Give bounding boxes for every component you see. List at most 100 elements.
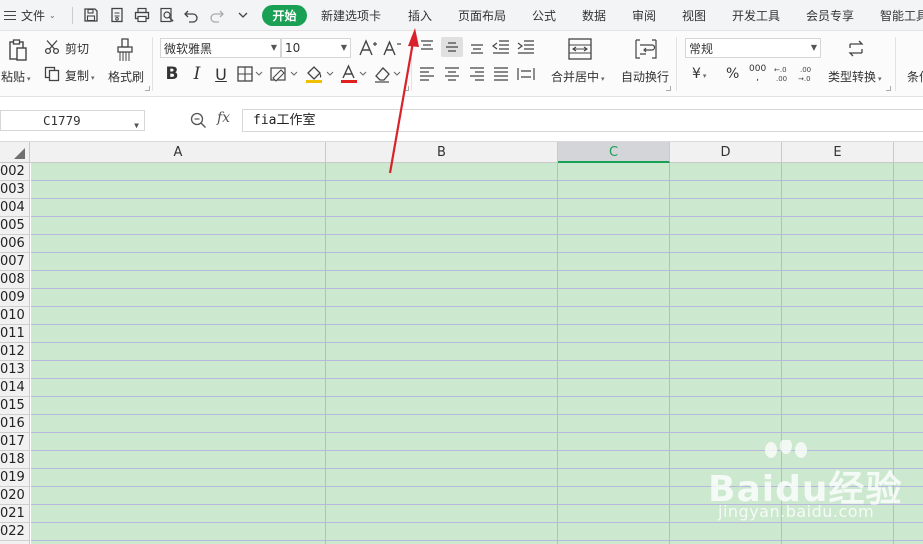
formula-input[interactable]: fia工作室: [242, 109, 923, 132]
column-header-c[interactable]: C: [558, 142, 670, 163]
number-format-select[interactable]: 常规 ▼: [685, 38, 821, 58]
font-size-select[interactable]: 10 ▼: [281, 38, 351, 58]
row-header[interactable]: 004: [0, 199, 29, 217]
underline-icon[interactable]: U: [212, 64, 230, 84]
customize-quick-access-icon[interactable]: [234, 6, 252, 24]
export-pdf-icon[interactable]: [108, 6, 126, 24]
cut-icon[interactable]: [44, 39, 60, 55]
column-header-a[interactable]: A: [31, 142, 326, 163]
row-header[interactable]: 020: [0, 487, 29, 505]
tab-smart-tools[interactable]: 智能工具: [880, 7, 923, 25]
column-header-b[interactable]: B: [326, 142, 558, 163]
row-header[interactable]: 016: [0, 415, 29, 433]
row-header[interactable]: 021: [0, 505, 29, 523]
row-header[interactable]: 013: [0, 361, 29, 379]
align-middle-icon[interactable]: [441, 37, 463, 57]
justify-icon[interactable]: [491, 66, 511, 82]
file-menu-button[interactable]: 文件 ⌄: [4, 5, 66, 26]
font-name-select[interactable]: 微软雅黑 ▼: [160, 38, 281, 58]
tab-insert[interactable]: 插入: [408, 7, 432, 25]
conditional-formatting-button[interactable]: 条件: [907, 68, 923, 85]
print-icon[interactable]: [133, 6, 151, 24]
wrap-text-button[interactable]: 自动换行: [621, 68, 669, 85]
align-top-icon[interactable]: [417, 38, 437, 56]
align-center-icon[interactable]: [442, 66, 462, 82]
italic-icon[interactable]: I: [188, 64, 206, 84]
print-preview-icon[interactable]: [158, 6, 176, 24]
cell-grid[interactable]: [31, 163, 923, 544]
row-header[interactable]: 003: [0, 181, 29, 199]
decrease-decimal-icon[interactable]: .00 →.0: [797, 65, 817, 83]
row-header[interactable]: 018: [0, 451, 29, 469]
dialog-launcher-icon[interactable]: [666, 86, 671, 91]
decrease-indent-icon[interactable]: [491, 38, 511, 56]
align-left-icon[interactable]: [417, 66, 437, 82]
borders-icon[interactable]: [237, 65, 263, 83]
clear-formatting-icon[interactable]: [374, 64, 402, 84]
font-color-icon[interactable]: [340, 64, 368, 84]
row-header[interactable]: 022: [0, 523, 29, 541]
format-painter-button[interactable]: 格式刷: [108, 68, 144, 85]
paste-button[interactable]: 粘贴 ▾: [1, 68, 31, 85]
dialog-launcher-icon[interactable]: [886, 86, 891, 91]
align-bottom-icon[interactable]: [467, 38, 487, 56]
currency-format-button[interactable]: ¥ ▾: [692, 66, 706, 82]
tab-start[interactable]: 开始: [262, 5, 307, 26]
cell-style-icon[interactable]: [270, 65, 298, 83]
row-header[interactable]: 002: [0, 163, 29, 181]
row-header[interactable]: 008: [0, 271, 29, 289]
row-header[interactable]: 015: [0, 397, 29, 415]
row-header[interactable]: 007: [0, 253, 29, 271]
column-header-d[interactable]: D: [670, 142, 782, 163]
select-all-button[interactable]: [0, 142, 30, 163]
row-header[interactable]: 009: [0, 289, 29, 307]
name-box[interactable]: C1779 ▼: [0, 110, 145, 131]
decrease-font-size-icon[interactable]: [382, 38, 402, 58]
copy-button[interactable]: 复制 ▾: [65, 67, 95, 84]
increase-indent-icon[interactable]: [516, 38, 536, 56]
tab-member[interactable]: 会员专享: [806, 7, 854, 25]
tab-view[interactable]: 视图: [682, 7, 706, 25]
align-right-icon[interactable]: [467, 66, 487, 82]
distributed-align-icon[interactable]: [516, 66, 536, 82]
row-header[interactable]: 019: [0, 469, 29, 487]
tab-data[interactable]: 数据: [582, 7, 606, 25]
paste-icon[interactable]: [6, 37, 30, 63]
save-icon[interactable]: [82, 6, 100, 24]
fill-color-icon[interactable]: [305, 64, 335, 84]
wrap-text-icon[interactable]: [633, 37, 659, 61]
undo-icon[interactable]: [182, 6, 200, 24]
row-header[interactable]: 006: [0, 235, 29, 253]
tab-page-layout[interactable]: 页面布局: [458, 7, 506, 25]
type-convert-icon[interactable]: [845, 38, 867, 60]
thousands-separator-button[interactable]: 000,: [749, 65, 766, 83]
tab-formulas[interactable]: 公式: [532, 7, 556, 25]
increase-font-size-icon[interactable]: [358, 38, 378, 58]
copy-icon[interactable]: [44, 66, 60, 82]
type-convert-button[interactable]: 类型转换 ▾: [828, 68, 882, 85]
tab-review[interactable]: 审阅: [632, 7, 656, 25]
bold-icon[interactable]: B: [163, 64, 181, 84]
row-header[interactable]: 017: [0, 433, 29, 451]
dialog-launcher-icon[interactable]: [145, 86, 150, 91]
row-header[interactable]: 014: [0, 379, 29, 397]
redo-icon[interactable]: [208, 6, 226, 24]
cut-button[interactable]: 剪切: [65, 40, 89, 57]
row-header[interactable]: 010: [0, 307, 29, 325]
row-header[interactable]: 011: [0, 325, 29, 343]
dialog-launcher-icon[interactable]: [404, 86, 409, 91]
merge-center-button[interactable]: 合并居中 ▾: [551, 68, 605, 85]
gridline: [31, 414, 923, 415]
format-painter-icon[interactable]: [114, 37, 136, 63]
divider: [72, 7, 73, 24]
percent-format-button[interactable]: %: [726, 66, 739, 82]
tab-developer[interactable]: 开发工具: [732, 7, 780, 25]
tab-new-tab[interactable]: 新建选项卡: [321, 7, 381, 25]
row-header[interactable]: 012: [0, 343, 29, 361]
merge-center-icon[interactable]: [567, 37, 593, 61]
column-header-e[interactable]: E: [782, 142, 894, 163]
row-header[interactable]: 005: [0, 217, 29, 235]
increase-decimal-icon[interactable]: ←.0.00: [773, 65, 793, 83]
zoom-icon[interactable]: [190, 112, 207, 132]
insert-function-button[interactable]: fx: [217, 110, 230, 126]
